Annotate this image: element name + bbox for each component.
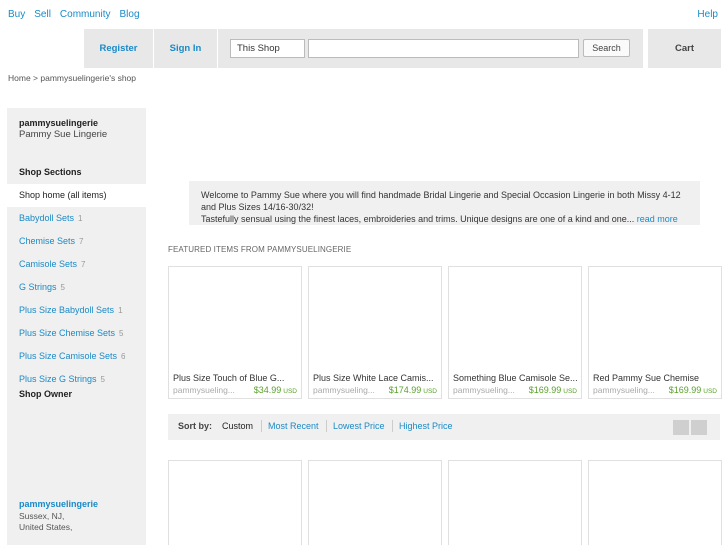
owner-location: Sussex, NJ, xyxy=(19,511,65,521)
sort-divider xyxy=(261,420,262,432)
featured-item-card[interactable]: Plus Size Touch of Blue G... pammysuelin… xyxy=(168,266,302,399)
shop-sections-heading: Shop Sections xyxy=(19,167,82,177)
section-label: Shop home (all items) xyxy=(19,190,107,200)
section-label: G Strings xyxy=(19,282,57,292)
sidebar: pammysuelingerie Pammy Sue Lingerie Shop… xyxy=(7,108,146,545)
nav-blog-link[interactable]: Blog xyxy=(120,9,140,20)
search-button[interactable]: Search xyxy=(583,39,630,57)
section-label: Camisole Sets xyxy=(19,259,78,269)
item-title[interactable]: Plus Size White Lace Camis... xyxy=(313,373,437,383)
section-count: 7 xyxy=(79,237,84,246)
header-bar: Register Sign In This Shop Search xyxy=(84,29,643,68)
section-count: 6 xyxy=(121,352,126,361)
section-item-shop-home[interactable]: Shop home (all items) xyxy=(7,184,146,207)
item-seller[interactable]: pammysueling... xyxy=(173,385,235,395)
sort-option-lowest-price[interactable]: Lowest Price xyxy=(333,421,385,431)
section-label: Plus Size Chemise Sets xyxy=(19,328,116,338)
featured-item-card[interactable]: Something Blue Camisole Se... pammysueli… xyxy=(448,266,582,399)
sort-bar: Sort by: Custom Most Recent Lowest Price… xyxy=(168,414,720,440)
item-seller[interactable]: pammysueling... xyxy=(453,385,515,395)
nav-sell-link[interactable]: Sell xyxy=(34,9,51,20)
section-label: Chemise Sets xyxy=(19,236,76,246)
help-link[interactable]: Help xyxy=(697,9,718,20)
announcement-line: Welcome to Pammy Sue where you will find… xyxy=(201,190,681,200)
section-label: Plus Size G Strings xyxy=(19,374,97,384)
section-item-plus-chemise[interactable]: Plus Size Chemise Sets 5 xyxy=(7,322,146,345)
shop-announcement: Welcome to Pammy Sue where you will find… xyxy=(189,181,700,225)
sort-label: Sort by: xyxy=(178,421,213,431)
list-view-icon[interactable] xyxy=(691,420,707,435)
shop-name: Pammy Sue Lingerie xyxy=(19,129,108,140)
item-price: $174.99 USD xyxy=(388,385,437,395)
sort-option-highest-price[interactable]: Highest Price xyxy=(399,421,453,431)
listing-card[interactable] xyxy=(588,460,722,545)
section-item-chemise[interactable]: Chemise Sets 7 xyxy=(7,230,146,253)
owner-name-link[interactable]: pammysuelingerie xyxy=(19,499,98,509)
item-price: $169.99 USD xyxy=(528,385,577,395)
section-count: 5 xyxy=(100,375,105,384)
nav-buy-link[interactable]: Buy xyxy=(8,9,25,20)
section-item-plus-camisole[interactable]: Plus Size Camisole Sets 6 xyxy=(7,345,146,368)
item-seller[interactable]: pammysueling... xyxy=(313,385,375,395)
item-title[interactable]: Something Blue Camisole Se... xyxy=(453,373,577,383)
sort-divider xyxy=(326,420,327,432)
section-item-babydoll[interactable]: Babydoll Sets 1 xyxy=(7,207,146,230)
read-more-link[interactable]: read more xyxy=(637,214,678,224)
register-link[interactable]: Register xyxy=(84,29,154,68)
sort-option-custom[interactable]: Custom xyxy=(222,421,253,431)
sort-divider xyxy=(392,420,393,432)
section-label: Babydoll Sets xyxy=(19,213,75,223)
nav-community-link[interactable]: Community xyxy=(60,9,111,20)
section-label: Plus Size Babydoll Sets xyxy=(19,305,115,315)
listing-card[interactable] xyxy=(308,460,442,545)
listing-card[interactable] xyxy=(168,460,302,545)
listing-card[interactable] xyxy=(448,460,582,545)
sort-option-most-recent[interactable]: Most Recent xyxy=(268,421,319,431)
top-nav: Buy Sell Community Blog xyxy=(8,9,140,20)
featured-heading: FEATURED ITEMS FROM PAMMYSUELINGERIE xyxy=(168,245,352,254)
cart-button[interactable]: Cart xyxy=(648,29,721,68)
section-item-plus-babydoll[interactable]: Plus Size Babydoll Sets 1 xyxy=(7,299,146,322)
featured-item-card[interactable]: Plus Size White Lace Camis... pammysueli… xyxy=(308,266,442,399)
item-title[interactable]: Red Pammy Sue Chemise xyxy=(593,373,717,383)
breadcrumb: Home > pammysuelingerie's shop xyxy=(8,73,137,83)
search-scope-select[interactable]: This Shop xyxy=(230,39,305,58)
section-label: Plus Size Camisole Sets xyxy=(19,351,118,361)
section-item-camisole[interactable]: Camisole Sets 7 xyxy=(7,253,146,276)
owner-country: United States, xyxy=(19,522,73,532)
signin-link[interactable]: Sign In xyxy=(154,29,218,68)
section-item-gstrings[interactable]: G Strings 5 xyxy=(7,276,146,299)
section-count: 5 xyxy=(60,283,65,292)
announcement-line: Tastefully sensual using the finest lace… xyxy=(201,214,678,224)
item-title[interactable]: Plus Size Touch of Blue G... xyxy=(173,373,297,383)
item-seller[interactable]: pammysueling... xyxy=(593,385,655,395)
section-count: 1 xyxy=(118,306,123,315)
featured-item-card[interactable]: Red Pammy Sue Chemise pammysueling... $1… xyxy=(588,266,722,399)
section-item-plus-gstrings[interactable]: Plus Size G Strings 5 xyxy=(7,368,146,391)
item-price: $34.99 USD xyxy=(253,385,297,395)
shop-owner-heading: Shop Owner xyxy=(19,389,73,399)
section-count: 5 xyxy=(119,329,124,338)
section-count: 1 xyxy=(78,214,83,223)
item-price: $169.99 USD xyxy=(668,385,717,395)
shop-username: pammysuelingerie xyxy=(19,118,99,128)
grid-view-icon[interactable] xyxy=(673,420,689,435)
section-count: 7 xyxy=(81,260,86,269)
announcement-line: and Plus Sizes 14/16-30/32! xyxy=(201,202,314,212)
search-input[interactable] xyxy=(308,39,579,58)
